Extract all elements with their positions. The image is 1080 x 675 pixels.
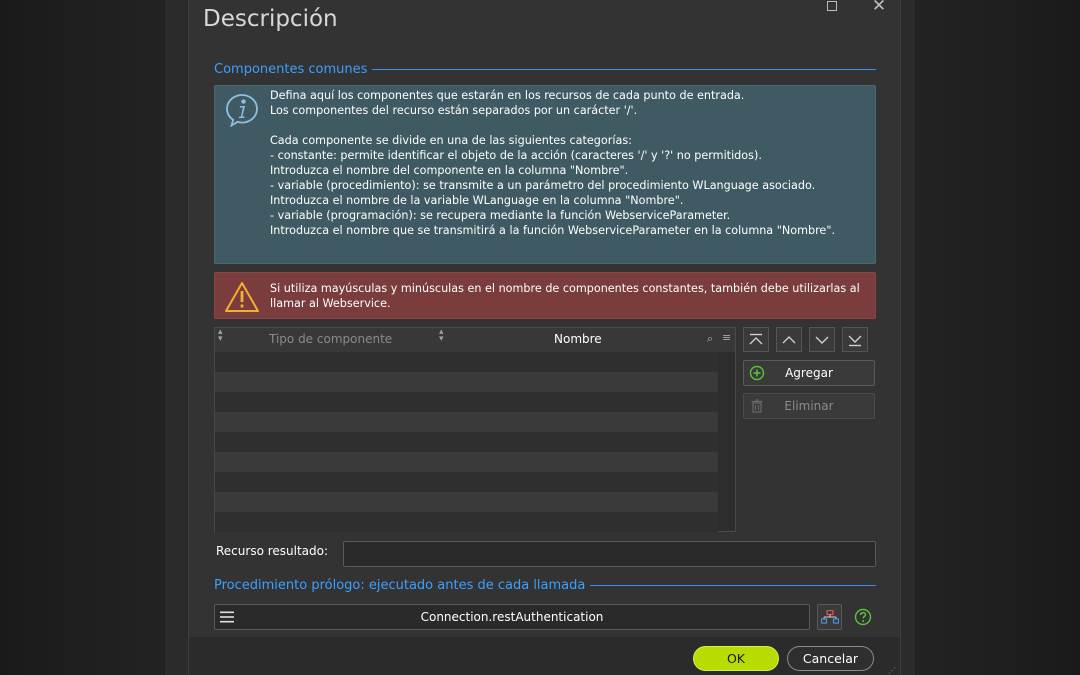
- sort-handle-icon[interactable]: ▴ ▾: [439, 328, 444, 344]
- delete-button[interactable]: Eliminar: [743, 393, 875, 419]
- prologue-procedure-value: Connection.restAuthentication: [420, 610, 604, 624]
- trash-icon: [751, 399, 763, 413]
- table-row[interactable]: [215, 452, 718, 472]
- section-divider: [590, 584, 876, 586]
- cancel-button[interactable]: Cancelar: [787, 646, 874, 671]
- procedure-graph-icon: [820, 610, 839, 624]
- dialog-footer: OK Cancelar ⋰: [189, 637, 900, 675]
- result-resource-field[interactable]: [343, 541, 876, 567]
- section-prologue-label: Procedimiento prólogo: ejecutado antes d…: [214, 577, 586, 593]
- chevron-down-icon: [815, 336, 829, 344]
- column-header-name[interactable]: Nombre: [554, 332, 602, 346]
- move-up-button[interactable]: [776, 327, 802, 352]
- section-divider: [372, 68, 876, 70]
- close-icon: ✕: [871, 0, 887, 16]
- info-text: Defina aquí los componentes que estarán …: [270, 89, 836, 237]
- move-to-top-button[interactable]: [743, 327, 769, 352]
- delete-button-label: Eliminar: [784, 399, 834, 413]
- column-menu-icon[interactable]: ≡: [722, 331, 731, 344]
- add-button[interactable]: Agregar: [743, 360, 875, 386]
- move-to-bottom-button[interactable]: [842, 327, 868, 352]
- warning-panel: Si utiliza mayúsculas y minúsculas en el…: [214, 272, 876, 319]
- background-right: [915, 0, 1080, 675]
- add-button-label: Agregar: [785, 366, 833, 380]
- chevron-up-icon: [782, 335, 796, 343]
- warning-triangle-icon: [225, 282, 259, 312]
- table-row[interactable]: [215, 372, 718, 392]
- plus-circle-icon: [749, 365, 765, 381]
- move-to-bottom-icon: [848, 335, 862, 346]
- info-panel: Defina aquí los componentes que estarán …: [214, 85, 876, 264]
- description-dialog: Descripción ✕ Componentes comunes Defina…: [188, 0, 901, 675]
- column-search-icon[interactable]: ⌕: [707, 332, 713, 346]
- section-prologue-procedure: Procedimiento prólogo: ejecutado antes d…: [214, 575, 876, 595]
- background-left: [0, 0, 165, 675]
- move-down-button[interactable]: [809, 327, 835, 352]
- help-icon[interactable]: [854, 608, 872, 626]
- sort-handle-icon[interactable]: ▴ ▾: [218, 328, 223, 344]
- section-common-components: Componentes comunes: [214, 59, 876, 79]
- table-row[interactable]: [215, 392, 718, 412]
- table-row[interactable]: [215, 512, 718, 532]
- table-row[interactable]: [215, 472, 718, 492]
- ok-button[interactable]: OK: [693, 646, 779, 671]
- warning-text: Si utiliza mayúsculas y minúsculas en el…: [270, 282, 860, 310]
- dialog-title: Descripción: [203, 6, 338, 32]
- info-speech-bubble-icon: [226, 94, 258, 127]
- edit-procedure-button[interactable]: [817, 604, 842, 630]
- table-header: ▴ ▾ Tipo de componente ▴ ▾ Nombre ⌕ ≡: [215, 328, 735, 352]
- table-scrollbar[interactable]: [718, 352, 735, 531]
- maximize-button[interactable]: [822, 0, 842, 18]
- table-row[interactable]: [215, 352, 718, 372]
- maximize-icon: [827, 1, 837, 11]
- table-row[interactable]: [215, 432, 718, 452]
- move-to-top-icon: [749, 333, 763, 344]
- table-row[interactable]: [215, 492, 718, 512]
- table-row[interactable]: [215, 412, 718, 432]
- section-common-components-label: Componentes comunes: [214, 61, 368, 77]
- column-header-type[interactable]: Tipo de componente: [269, 332, 392, 346]
- components-table[interactable]: ▴ ▾ Tipo de componente ▴ ▾ Nombre ⌕ ≡: [214, 327, 736, 532]
- resize-grip-icon[interactable]: ⋰: [888, 666, 896, 675]
- prologue-procedure-field[interactable]: Connection.restAuthentication: [214, 604, 810, 630]
- close-button[interactable]: ✕: [869, 0, 889, 18]
- result-resource-label: Recurso resultado:: [216, 544, 329, 558]
